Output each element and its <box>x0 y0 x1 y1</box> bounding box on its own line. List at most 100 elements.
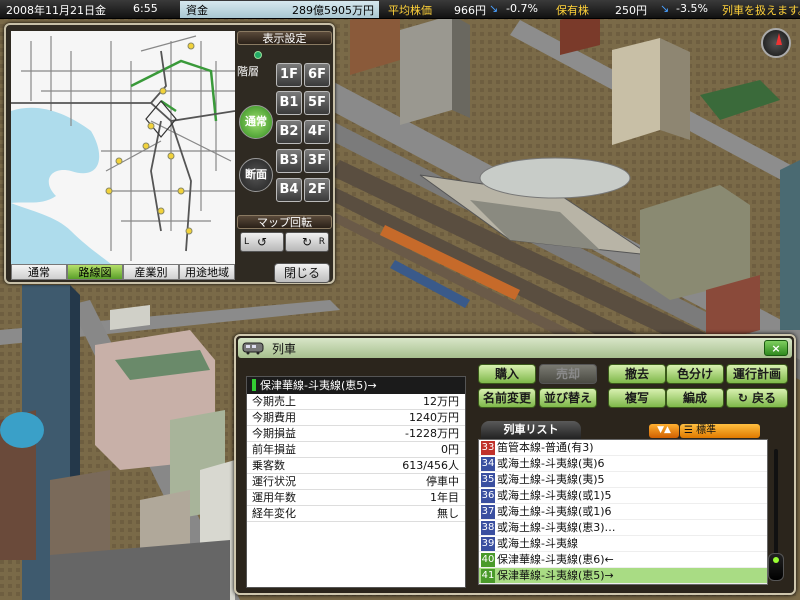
floor-b2-button[interactable]: B2 <box>276 120 302 144</box>
floor-4f-button[interactable]: 4F <box>304 120 330 144</box>
list-scrollbar-track[interactable] <box>774 449 778 557</box>
train-stat-row: 前年損益 0円 <box>247 442 465 458</box>
train-list-item[interactable]: 33 笛管本線-普通(有3) <box>479 440 767 456</box>
train-number-badge: 35 <box>481 473 495 487</box>
train-list-item[interactable]: 35 或海土線-斗夷線(夷)5 <box>479 472 767 488</box>
average-stock-label: 平均株価 <box>388 4 432 17</box>
train-stat-row: 運行状況 停車中 <box>247 474 465 490</box>
train-number-badge: 36 <box>481 489 495 503</box>
buy-button[interactable]: 購入 <box>478 364 536 384</box>
train-number-badge: 33 <box>481 441 495 455</box>
schedule-button[interactable]: 運行計画 <box>726 364 788 384</box>
floor-b3-button[interactable]: B3 <box>276 149 302 173</box>
copy-button[interactable]: 複写 <box>608 388 666 408</box>
holding-stock-label: 保有株 <box>556 4 589 17</box>
floor-2f-button[interactable]: 2F <box>304 178 330 202</box>
close-map-button[interactable]: 閉じる <box>274 263 330 283</box>
fund-label: 資金 <box>186 4 208 17</box>
holding-stock-value: 250円 <box>615 4 647 17</box>
rotate-right-key: R <box>318 237 325 247</box>
train-stat-row: 今期損益 -1228万円 <box>247 426 465 442</box>
date-display: 2008年11月21日金 <box>6 4 106 17</box>
train-stat-key: 乗客数 <box>252 459 285 472</box>
train-stat-key: 運行状況 <box>252 475 296 488</box>
train-stat-key: 今期売上 <box>252 395 296 408</box>
tab-normal[interactable]: 通常 <box>11 264 67 280</box>
tab-route-map[interactable]: 路線図 <box>67 264 123 280</box>
compass-icon[interactable] <box>761 28 791 58</box>
floor-label: 階層 <box>237 65 259 78</box>
floor-6f-button[interactable]: 6F <box>304 63 330 87</box>
normal-mode-button[interactable]: 通常 <box>239 105 273 139</box>
map-rotate-heading: マップ回転 <box>237 215 332 229</box>
back-button[interactable]: ↻ 戻る <box>726 388 788 408</box>
train-stat-key: 経年変化 <box>252 507 296 520</box>
train-list-item[interactable]: 41 保津華線-斗夷線(恵5)→ <box>479 568 767 584</box>
display-settings-heading: 表示設定 <box>237 31 332 45</box>
train-number-badge: 40 <box>481 553 495 567</box>
sell-button[interactable]: 売却 <box>539 364 597 384</box>
route-minimap[interactable] <box>11 31 235 264</box>
train-list-item[interactable]: 39 或海土線-斗夷線 <box>479 536 767 552</box>
color-code-button[interactable]: 色分け <box>666 364 724 384</box>
tab-zoning[interactable]: 用途地域 <box>179 264 235 280</box>
tab-industry[interactable]: 産業別 <box>123 264 179 280</box>
fund-value: 289億5905万円 <box>292 4 374 17</box>
window-title: 列車 <box>272 342 297 356</box>
train-stat-key: 運用年数 <box>252 491 296 504</box>
train-stat-row: 今期売上 12万円 <box>247 394 465 410</box>
rotate-right-icon: ↻ <box>301 235 313 249</box>
back-icon: ↻ <box>737 391 748 405</box>
average-stock-value: 966円 <box>454 4 486 17</box>
floor-3f-button[interactable]: 3F <box>304 149 330 173</box>
rotate-left-button[interactable]: L ↺ <box>240 232 284 252</box>
sort-order-toggle[interactable]: ▼▲ <box>649 424 679 438</box>
train-list-item[interactable]: 34 或海土線-斗夷線(夷)6 <box>479 456 767 472</box>
train-list-heading: 列車リスト <box>481 421 581 439</box>
floor-b4-button[interactable]: B4 <box>276 178 302 202</box>
train-list: 33 笛管本線-普通(有3) 34 或海土線-斗夷線(夷)6 35 或海土線-斗夷線(夷)… <box>478 439 768 585</box>
train-window-titlebar[interactable]: 列車 × <box>238 338 792 358</box>
close-window-button[interactable]: × <box>764 340 788 356</box>
train-number-badge: 34 <box>481 457 495 471</box>
floor-1f-button[interactable]: 1F <box>276 63 302 87</box>
selected-train-name: 保津華線-斗夷線(恵5)→ <box>247 377 465 394</box>
train-stat-value: 0円 <box>441 443 459 456</box>
train-color-marker <box>252 379 256 391</box>
average-stock-change: -0.7% <box>506 2 538 15</box>
list-scrollbar-thumb[interactable] <box>768 553 784 581</box>
train-number-badge: 38 <box>481 521 495 535</box>
remove-button[interactable]: 撤去 <box>608 364 666 384</box>
train-window: 列車 × 保津華線-斗夷線(恵5)→ 今期売上 12万円 今期費用 1240万円 今期損… <box>234 334 796 595</box>
train-list-item[interactable]: 36 或海土線-斗夷線(或1)5 <box>479 488 767 504</box>
train-list-item[interactable]: 40 保津華線-斗夷線(恵6)← <box>479 552 767 568</box>
floor-b1-button[interactable]: B1 <box>276 91 302 115</box>
train-list-name: 保津華線-斗夷線(恵6)← <box>497 553 614 566</box>
train-number-badge: 41 <box>481 569 495 583</box>
sort-button[interactable]: 並び替え <box>539 388 597 408</box>
train-list-name: 或海土線-斗夷線 <box>497 537 578 550</box>
rotate-left-icon: ↺ <box>256 235 268 249</box>
formation-button[interactable]: 編成 <box>666 388 724 408</box>
fund-box: 資金 289億5905万円 <box>180 1 379 18</box>
train-list-name: 或海土線-斗夷線(夷)6 <box>497 457 605 470</box>
rotate-right-button[interactable]: ↻ R <box>285 232 329 252</box>
sort-mode-select[interactable]: ☰ 標準 <box>680 424 760 438</box>
section-mode-button[interactable]: 断面 <box>239 158 273 192</box>
train-list-item[interactable]: 37 或海土線-斗夷線(或1)6 <box>479 504 767 520</box>
train-stat-value: 613/456人 <box>402 459 459 472</box>
train-stat-key: 前年損益 <box>252 443 296 456</box>
floor-5f-button[interactable]: 5F <box>304 91 330 115</box>
holding-down-arrow-icon: ↘ <box>660 2 670 15</box>
status-bar: 2008年11月21日金 6:55 資金 289億5905万円 平均株価 966… <box>0 0 800 19</box>
train-list-item[interactable]: 38 或海土線-斗夷線(恵3)… <box>479 520 767 536</box>
train-number-badge: 37 <box>481 505 495 519</box>
map-controls: 表示設定 階層 通常 断面 1F 6F B1 5F B2 4F B3 3F B4… <box>237 31 332 283</box>
rename-button[interactable]: 名前変更 <box>478 388 536 408</box>
train-list-name: 或海土線-斗夷線(夷)5 <box>497 473 605 486</box>
train-stat-key: 今期損益 <box>252 427 296 440</box>
train-stat-value: 停車中 <box>426 475 459 488</box>
map-tab-bar: 通常 路線図 産業別 用途地域 <box>11 264 235 280</box>
train-stat-key: 今期費用 <box>252 411 296 424</box>
train-stat-row: 運用年数 1年目 <box>247 490 465 506</box>
